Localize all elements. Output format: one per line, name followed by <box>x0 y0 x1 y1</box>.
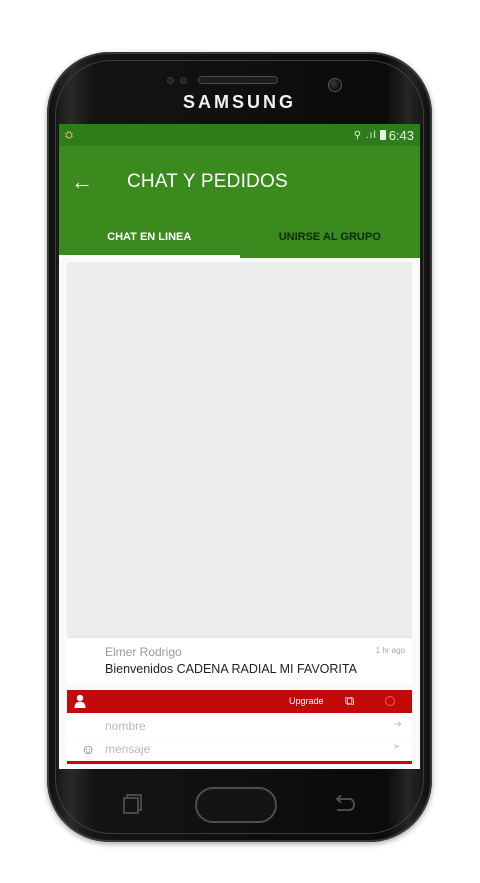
tab-indicator <box>59 255 240 258</box>
upgrade-link[interactable]: Upgrade <box>289 696 324 706</box>
message-author: Elmer Rodrigo <box>105 645 182 659</box>
page-title: CHAT Y PEDIDOS <box>127 171 288 192</box>
tab-unirse-al-grupo[interactable]: UNIRSE AL GRUPO <box>240 218 421 258</box>
proximity-sensor <box>167 77 174 84</box>
user-icon[interactable] <box>74 694 86 708</box>
input-underline <box>67 761 412 764</box>
message-text: Bienvenidos CADENA RADIAL MI FAVORITA <box>105 662 357 676</box>
status-time: 6:43 <box>388 127 414 143</box>
screen: ⛭ ⚲ .ıl 6:43 ← CHAT Y PEDIDOS CHAT EN LI… <box>59 124 420 769</box>
signal-icons: ⚲ .ıl <box>353 129 377 141</box>
back-hardware-icon[interactable] <box>334 795 356 813</box>
brand-logo: SAMSUNG <box>182 92 296 112</box>
send-icon[interactable]: ➤ <box>393 742 400 751</box>
home-button[interactable] <box>195 787 277 823</box>
recent-apps-icon[interactable] <box>123 793 143 815</box>
status-bar: ⛭ ⚲ .ıl 6:43 <box>59 124 420 146</box>
external-link-icon[interactable]: ⧉ <box>345 693 354 709</box>
status-right: ⚲ .ıl 6:43 <box>354 128 414 143</box>
arrow-left-icon[interactable]: ← <box>71 171 101 193</box>
light-sensor <box>180 77 187 84</box>
message-input[interactable] <box>105 740 365 758</box>
login-icon[interactable]: ➜ <box>394 719 402 730</box>
tab-bar: CHAT EN LINEA UNIRSE AL GRUPO <box>59 218 420 258</box>
earpiece-speaker <box>198 76 278 84</box>
app-bar: ← CHAT Y PEDIDOS <box>59 146 420 218</box>
battery-icon <box>379 130 386 140</box>
message-time: 1 hr ago <box>375 646 405 655</box>
front-camera-icon <box>328 78 342 92</box>
chat-message-area[interactable] <box>67 262 412 642</box>
chat-message: Elmer Rodrigo 1 hr ago Bienvenidos CADEN… <box>67 637 412 684</box>
message-row: ☺ ➤ <box>67 738 412 760</box>
tab-chat-en-linea[interactable]: CHAT EN LINEA <box>59 218 240 258</box>
chat-toolbar: Upgrade ⧉ <box>67 690 412 713</box>
notification-icon: ⛭ <box>65 129 73 141</box>
name-row: ➜ <box>67 715 412 737</box>
phone-frame: SAMSUNG ⛭ ⚲ .ıl 6:43 ← CHAT Y PEDIDOS CH… <box>47 52 432 842</box>
smiley-icon[interactable]: ☺ <box>81 741 95 757</box>
status-circle-icon[interactable] <box>385 696 395 706</box>
name-input[interactable] <box>105 717 365 735</box>
